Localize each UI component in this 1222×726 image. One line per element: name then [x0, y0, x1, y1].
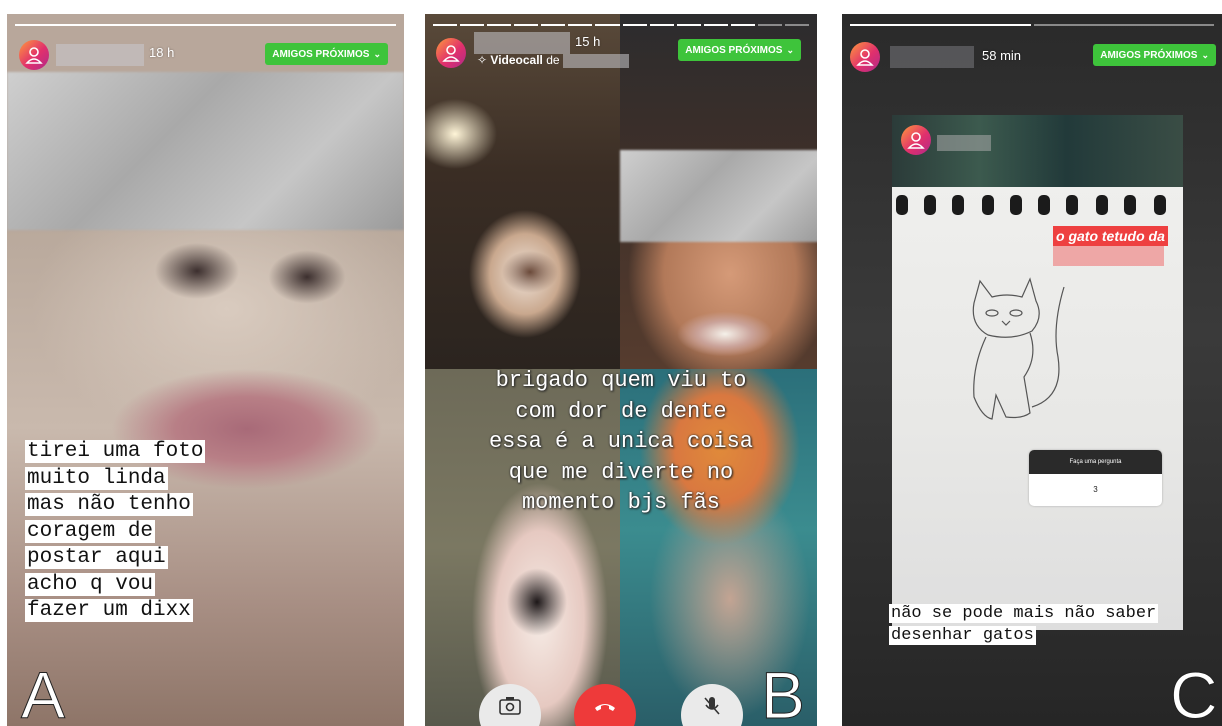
close-friends-label: AMIGOS PRÓXIMOS	[1100, 50, 1198, 61]
profile-avatar-icon[interactable]	[19, 40, 49, 70]
blurred-region	[620, 150, 817, 242]
caption-line: desenhar gatos	[889, 625, 1036, 645]
caption-line: coragem de	[25, 519, 156, 543]
profile-avatar-icon	[901, 125, 931, 155]
close-friends-badge[interactable]: AMIGOS PRÓXIMOS ⌄	[265, 43, 388, 65]
panel-letter-c: C	[1170, 658, 1219, 726]
caption-line: mas não tenho	[25, 493, 193, 516]
profile-avatar-icon[interactable]	[850, 42, 880, 72]
videocall-name-blurred	[562, 53, 629, 68]
close-friends-badge[interactable]: AMIGOS PRÓXIMOS ⌄	[678, 39, 801, 61]
chevron-down-icon: ⌄	[1201, 50, 1209, 60]
notebook-cover	[892, 115, 1183, 187]
story-panel-b: 15 h ✧ Videocall de AMIGOS PRÓXIMOS ⌄ bri…	[425, 14, 817, 726]
username-blurred[interactable]	[474, 32, 570, 54]
text-sticker: o gato tetudo da	[1053, 226, 1168, 246]
question-sticker[interactable]: Faça uma pergunta 3	[1029, 450, 1162, 506]
caption-line: muito linda	[25, 466, 168, 490]
story-panel-c: 58 min AMIGOS PRÓXIMOS ⌄ o gato tetudo da…	[842, 14, 1222, 726]
caption-line: com dor de dente	[515, 398, 727, 424]
notebook-holes	[892, 195, 1183, 221]
close-friends-label: AMIGOS PRÓXIMOS	[685, 45, 783, 56]
caption-line: fazer um dixx	[25, 599, 193, 622]
panel-letter-a: A	[20, 658, 66, 726]
caption-line: postar aqui	[25, 546, 168, 569]
story-panel-a: 18 h AMIGOS PRÓXIMOS ⌄ tirei uma foto mui…	[7, 14, 404, 726]
camera-flip-icon	[499, 697, 521, 715]
username-blurred[interactable]	[56, 44, 144, 66]
story-progress-bar	[15, 24, 396, 26]
story-progress-bar	[433, 24, 810, 26]
story-timestamp: 15 h	[575, 34, 601, 49]
close-friends-badge[interactable]: AMIGOS PRÓXIMOS ⌄	[1093, 44, 1216, 66]
username-blurred	[937, 135, 991, 151]
story-progress-bar	[850, 24, 1214, 26]
story-timestamp: 18 h	[149, 45, 175, 60]
question-sticker-title: Faça uma pergunta	[1029, 450, 1162, 474]
videocall-title: Videocall	[490, 53, 543, 67]
cat-drawing	[972, 277, 1065, 420]
shared-story-photo: o gato tetudo da Faça uma pergunta 3	[892, 115, 1183, 630]
caption-line: que me diverte no	[508, 459, 734, 485]
caption-line: não se pode mais não saber	[889, 604, 1159, 623]
blurred-region	[1053, 246, 1164, 266]
close-friends-label: AMIGOS PRÓXIMOS	[272, 49, 370, 60]
story-caption-b: brigado quem viu to com dor de dente ess…	[425, 366, 817, 519]
videocall-suffix: de	[546, 53, 560, 67]
chevron-down-icon: ⌄	[786, 45, 794, 55]
profile-avatar-icon[interactable]	[436, 38, 466, 68]
hang-up-icon	[595, 704, 615, 711]
blurred-region	[7, 72, 404, 230]
sparkle-icon: ✧	[477, 53, 488, 67]
caption-line: momento bjs fãs	[521, 490, 721, 515]
caption-line: brigado quem viu to	[495, 368, 747, 393]
story-timestamp: 58 min	[982, 48, 1022, 63]
videocall-label: ✧ Videocall de	[477, 53, 629, 68]
caption-line: tirei uma foto	[25, 440, 206, 463]
caption-line: acho q vou	[25, 572, 156, 596]
story-caption-a: tirei uma foto muito linda mas não tenho…	[25, 439, 206, 625]
story-caption-c: não se pode mais não saber desenhar gato…	[889, 603, 1159, 646]
microphone-icon	[704, 697, 720, 715]
caption-line: essa é a unica coisa	[488, 429, 754, 454]
panel-letter-b: B	[760, 658, 806, 726]
username-blurred[interactable]	[890, 46, 974, 68]
chevron-down-icon: ⌄	[373, 49, 381, 59]
question-sticker-answer: 3	[1093, 485, 1098, 494]
